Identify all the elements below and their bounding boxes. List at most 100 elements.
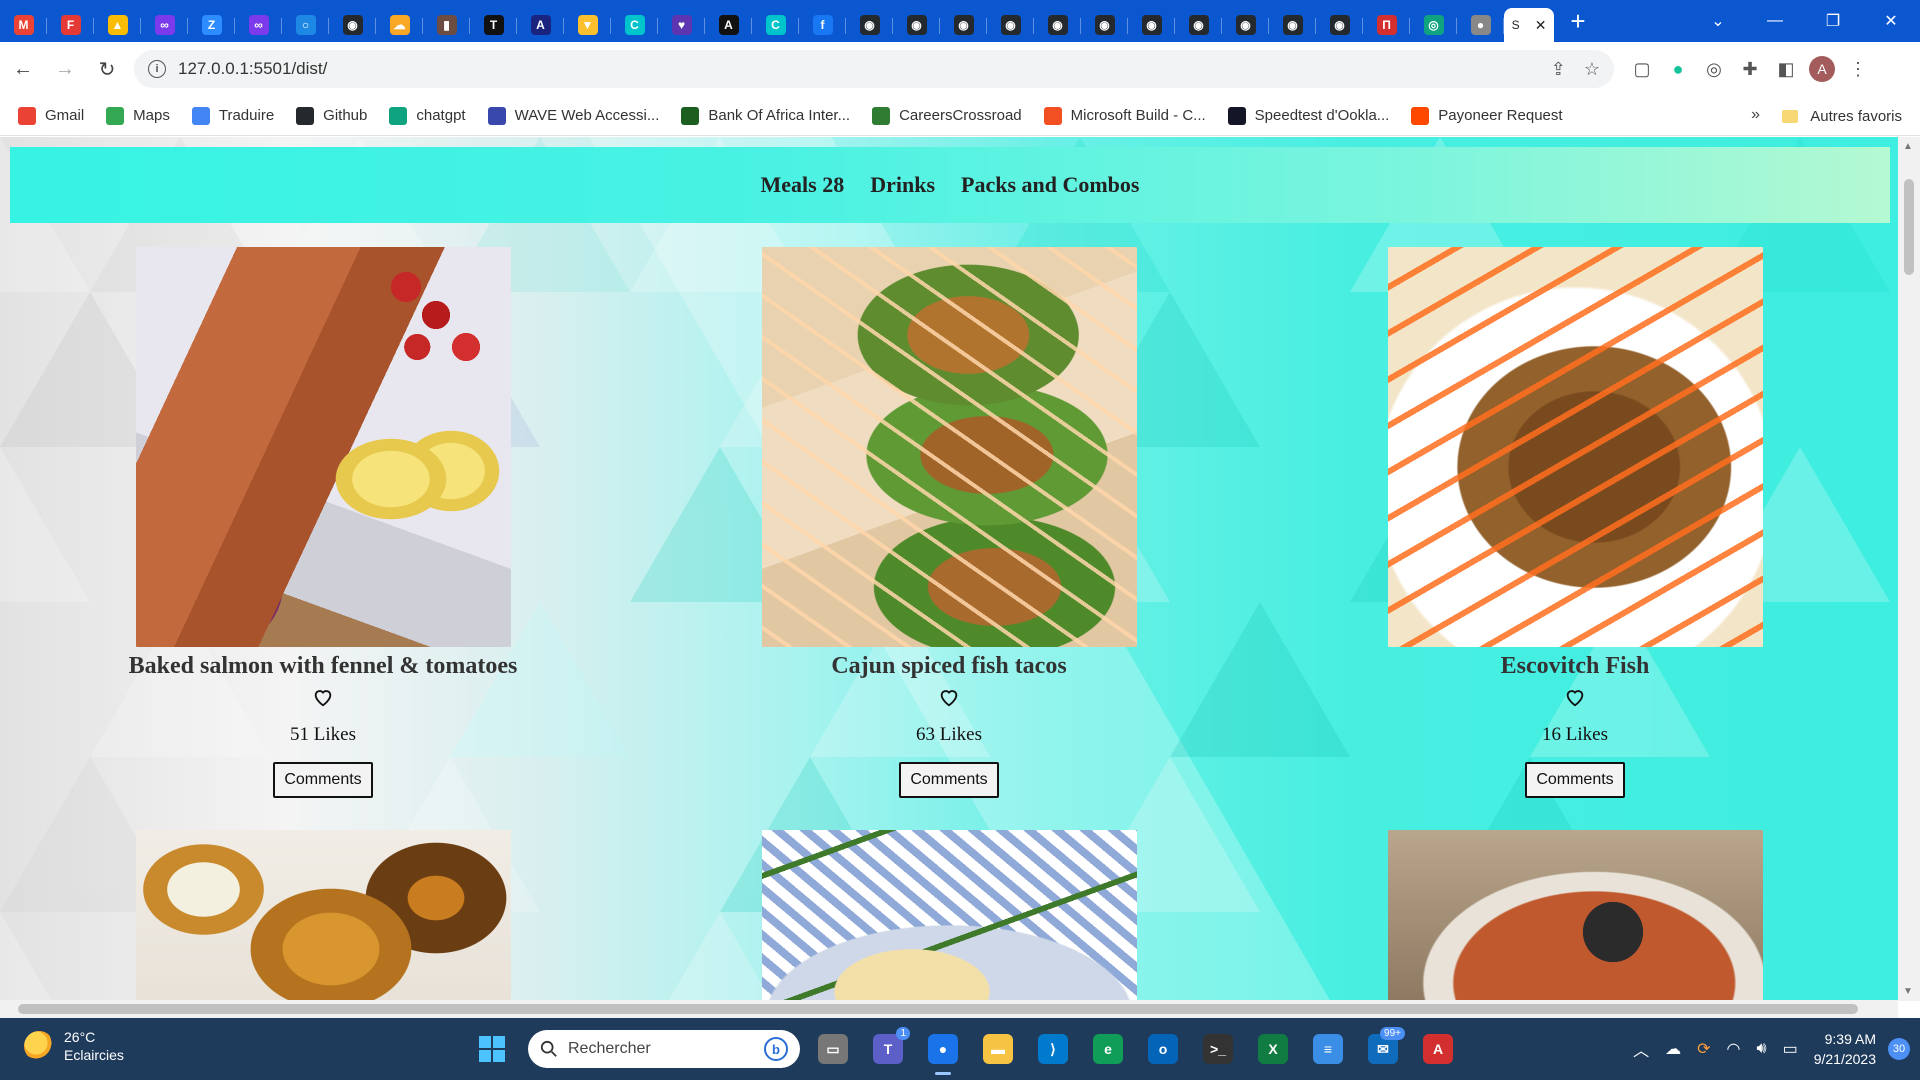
scroll-up-arrow-icon[interactable]: ▲	[1903, 141, 1913, 152]
restore-button[interactable]: ❐	[1804, 0, 1862, 42]
browser-tab[interactable]: A	[705, 8, 752, 42]
browser-tab[interactable]: ○	[282, 8, 329, 42]
taskbar-app[interactable]: T1	[866, 1027, 910, 1071]
heart-icon[interactable]	[938, 686, 960, 708]
browser-tab[interactable]: M	[0, 8, 47, 42]
browser-tab[interactable]: ♥	[658, 8, 705, 42]
browser-tab[interactable]: ◉	[846, 8, 893, 42]
menu-kebab-icon[interactable]: ⋮	[1840, 51, 1876, 87]
nav-link-meals[interactable]: Meals 28	[761, 172, 845, 198]
bookmark-item[interactable]: Traduire	[191, 106, 274, 125]
taskbar-app[interactable]: o	[1141, 1027, 1185, 1071]
sync-icon[interactable]: ⟳	[1697, 1039, 1710, 1059]
browser-tab[interactable]: A	[517, 8, 564, 42]
taskbar-app[interactable]: ≡	[1306, 1027, 1350, 1071]
battery-icon[interactable]: ▭	[1783, 1039, 1798, 1059]
bookmark-item[interactable]: Payoneer Request	[1411, 106, 1563, 125]
url-text[interactable]: 127.0.0.1:5501/dist/	[178, 59, 1533, 79]
taskbar-app[interactable]: e	[1086, 1027, 1130, 1071]
close-window-button[interactable]: ✕	[1862, 0, 1920, 42]
heart-icon[interactable]	[1564, 686, 1586, 708]
extensions-puzzle-icon[interactable]: ✚	[1732, 51, 1768, 87]
address-bar[interactable]: i 127.0.0.1:5501/dist/ ⇪ ☆	[134, 50, 1614, 88]
horizontal-scrollbar[interactable]	[0, 1000, 1898, 1018]
comments-button[interactable]: Comments	[1525, 762, 1625, 798]
browser-tab[interactable]: ◉	[1034, 8, 1081, 42]
new-tab-button[interactable]: +	[1560, 6, 1596, 36]
bookmark-star-icon[interactable]: ☆	[1584, 59, 1600, 80]
browser-tab[interactable]: ◉	[329, 8, 376, 42]
bookmark-item[interactable]: Microsoft Build - C...	[1043, 106, 1206, 125]
tab-search-icon[interactable]: ⌄	[1690, 11, 1746, 31]
bookmark-item[interactable]: chatgpt	[389, 106, 466, 125]
taskbar-search-box[interactable]: Rechercher b	[528, 1030, 800, 1068]
vertical-scrollbar[interactable]: ▲ ▼	[1898, 137, 1920, 1001]
bookmarks-overflow-button[interactable]: »	[1751, 106, 1760, 124]
browser-tab[interactable]: ◎	[1410, 8, 1457, 42]
scrollbar-thumb[interactable]	[18, 1004, 1858, 1014]
bookmark-item[interactable]: WAVE Web Accessi...	[487, 106, 659, 125]
browser-tab[interactable]: ∞	[141, 8, 188, 42]
taskbar-app[interactable]: ●	[921, 1027, 965, 1075]
browser-tab-active[interactable]: S ✕	[1504, 8, 1554, 42]
browser-tab[interactable]: ◉	[1222, 8, 1269, 42]
scrollbar-thumb[interactable]	[1904, 179, 1914, 275]
grammarly-icon[interactable]: ●	[1660, 51, 1696, 87]
browser-tab[interactable]: f	[799, 8, 846, 42]
taskbar-app[interactable]: >_	[1196, 1027, 1240, 1071]
bookmark-item[interactable]: Gmail	[18, 106, 84, 125]
nav-link-drinks[interactable]: Drinks	[870, 172, 935, 198]
start-button[interactable]	[470, 1027, 514, 1071]
browser-tab[interactable]: ◉	[940, 8, 987, 42]
browser-tab[interactable]: C	[752, 8, 799, 42]
comments-button[interactable]: Comments	[899, 762, 999, 798]
browser-tab[interactable]: ●	[1457, 8, 1504, 42]
browser-tab[interactable]: П	[1363, 8, 1410, 42]
browser-tab[interactable]: ◉	[1269, 8, 1316, 42]
volume-icon[interactable]: 🔊︎	[1756, 1040, 1766, 1058]
browser-tab[interactable]: ◉	[893, 8, 940, 42]
reload-button[interactable]: ↻	[88, 50, 126, 88]
other-bookmarks-folder[interactable]: Autres favoris	[1782, 96, 1902, 136]
browser-tab[interactable]: ☁	[376, 8, 423, 42]
browser-tab[interactable]: ◉	[1128, 8, 1175, 42]
browser-tab[interactable]: F	[47, 8, 94, 42]
extension-icon[interactable]: ◎	[1696, 51, 1732, 87]
browser-tab[interactable]: ▮	[423, 8, 470, 42]
taskbar-app[interactable]: ✉ 99+	[1361, 1027, 1405, 1071]
taskbar-app[interactable]: ▬	[976, 1027, 1020, 1071]
browser-tab[interactable]: ∞	[235, 8, 282, 42]
close-tab-icon[interactable]: ✕	[1535, 17, 1547, 34]
notification-badge[interactable]: 30	[1888, 1038, 1910, 1060]
bing-icon[interactable]: b	[764, 1037, 788, 1061]
profile-avatar[interactable]: A	[1804, 51, 1840, 87]
browser-tab[interactable]: ◉	[987, 8, 1034, 42]
share-icon[interactable]: ⇪	[1551, 59, 1566, 80]
site-info-icon[interactable]: i	[148, 60, 166, 78]
comments-button[interactable]: Comments	[273, 762, 373, 798]
weather-widget[interactable]: 26°C Eclaircies	[24, 1028, 124, 1064]
taskbar-app[interactable]: ▭	[811, 1027, 855, 1071]
browser-tab[interactable]: ◉	[1316, 8, 1363, 42]
chevron-up-icon[interactable]: ︿	[1633, 1037, 1649, 1061]
extension-icon[interactable]: ▢	[1624, 51, 1660, 87]
bookmark-item[interactable]: Github	[296, 106, 367, 125]
taskbar-app[interactable]: ⟩	[1031, 1027, 1075, 1071]
side-panel-icon[interactable]: ◧	[1768, 51, 1804, 87]
bookmark-item[interactable]: Maps	[106, 106, 170, 125]
scroll-down-arrow-icon[interactable]: ▼	[1903, 986, 1913, 997]
bookmark-item[interactable]: Bank Of Africa Inter...	[681, 106, 850, 125]
browser-tab[interactable]: ◉	[1081, 8, 1128, 42]
clock[interactable]: 9:39 AM 9/21/2023	[1814, 1029, 1876, 1069]
forward-button[interactable]: →	[46, 50, 84, 88]
nav-link-packs[interactable]: Packs and Combos	[961, 172, 1139, 198]
browser-tab[interactable]: ▼	[564, 8, 611, 42]
minimize-button[interactable]: —	[1746, 0, 1804, 42]
taskbar-app[interactable]: A	[1416, 1027, 1460, 1071]
browser-tab[interactable]: Z	[188, 8, 235, 42]
browser-tab[interactable]: C	[611, 8, 658, 42]
onedrive-icon[interactable]: ☁	[1665, 1039, 1681, 1059]
back-button[interactable]: ←	[4, 50, 42, 88]
browser-tab[interactable]: T	[470, 8, 517, 42]
browser-tab[interactable]: ▲	[94, 8, 141, 42]
